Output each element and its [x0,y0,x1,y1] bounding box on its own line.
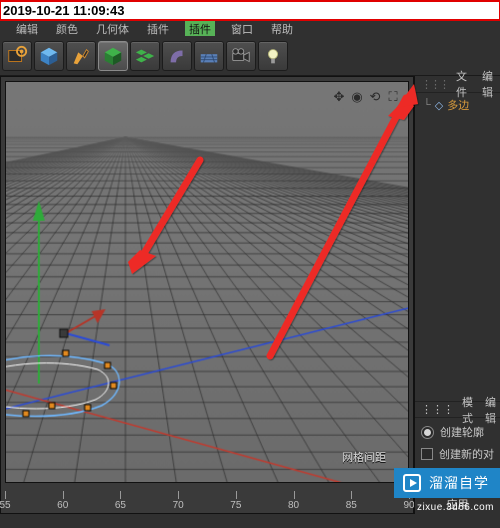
attribute-tabs: ⋮⋮⋮ 模式 编辑 [415,401,500,418]
target-icon[interactable]: ◉ [349,89,365,104]
light-icon[interactable] [258,41,288,71]
menu-item[interactable]: 插件 [145,21,171,36]
polygon-object-icon: ◇ [435,99,443,112]
main-area: ✥ ◉ ⟲ ⛶ 网格间距 55 60 65 70 75 80 85 90 [0,76,414,514]
brand-url: zixue.3d66.com [417,502,494,513]
array-icon[interactable] [130,41,160,71]
tree-branch-icon: └ [423,99,431,111]
menu-item[interactable]: 编辑 [14,21,40,36]
radio-icon[interactable] [421,426,434,439]
ruler-label: 90 [403,500,414,511]
create-outline-row[interactable]: 创建轮廓 [421,424,500,440]
play-icon [403,474,421,492]
menu-item-highlighted[interactable]: 插件 [185,21,215,36]
main-toolbar [0,36,500,76]
brand-title: 溜溜自学 [429,473,489,493]
ruler-label: 85 [346,500,357,511]
create-outline-label: 创建轮廓 [440,424,484,440]
floor-icon[interactable] [194,41,224,71]
menu-item[interactable]: 帮助 [269,21,295,36]
maximize-icon[interactable]: ⛶ [385,89,401,104]
brand-badge: 溜溜自学 [394,468,500,498]
menu-item[interactable]: 窗口 [229,21,255,36]
timestamp-bar: 2019-10-21 11:09:43 [0,0,500,21]
create-new-object-label: 创建新的对 [439,446,494,462]
menu-bar: 编辑 颜色 几何体 插件 插件 窗口 帮助 [0,21,500,36]
object-row[interactable]: └ ◇ 多边 [423,97,498,113]
rotate-icon[interactable]: ⟲ [367,89,383,104]
grip-icon: ⋮⋮⋮ [421,403,454,416]
ruler-label: 60 [57,500,68,511]
create-new-object-row[interactable]: 创建新的对 [421,446,500,462]
object-list[interactable]: └ ◇ 多边 [415,93,500,117]
move-icon[interactable]: ✥ [331,89,347,104]
pen-icon[interactable] [66,41,96,71]
menu-item[interactable]: 几何体 [94,21,131,36]
object-manager-tabs: ⋮⋮⋮ 文件 编辑 [415,76,500,93]
viewport-status-label: 网格间距 [342,449,386,465]
camera-icon[interactable] [226,41,256,71]
bend-icon[interactable] [162,41,192,71]
ruler-label: 75 [230,500,241,511]
ruler-label: 65 [115,500,126,511]
viewport-hud: ✥ ◉ ⟲ ⛶ [331,89,401,104]
cube-icon[interactable] [34,41,64,71]
checkbox-icon[interactable] [421,448,433,460]
deformer-icon[interactable] [98,41,128,71]
right-panel: ⋮⋮⋮ 文件 编辑 └ ◇ 多边 ⋮⋮⋮ 模式 编辑 创建轮廓 创建新的对 cm… [414,76,500,514]
ruler-label: 55 [0,500,11,511]
film-gear-icon[interactable] [2,41,32,71]
grip-icon: ⋮⋮⋮ [421,78,448,91]
timestamp-text: 2019-10-21 11:09:43 [3,3,124,18]
viewport-3d[interactable]: ✥ ◉ ⟲ ⛶ 网格间距 [5,81,409,483]
ruler-label: 70 [173,500,184,511]
timeline-ruler[interactable]: 5560657075808590 [5,487,409,511]
object-name[interactable]: 多边 [447,97,469,113]
ruler-label: 80 [288,500,299,511]
menu-item[interactable]: 颜色 [54,21,80,36]
